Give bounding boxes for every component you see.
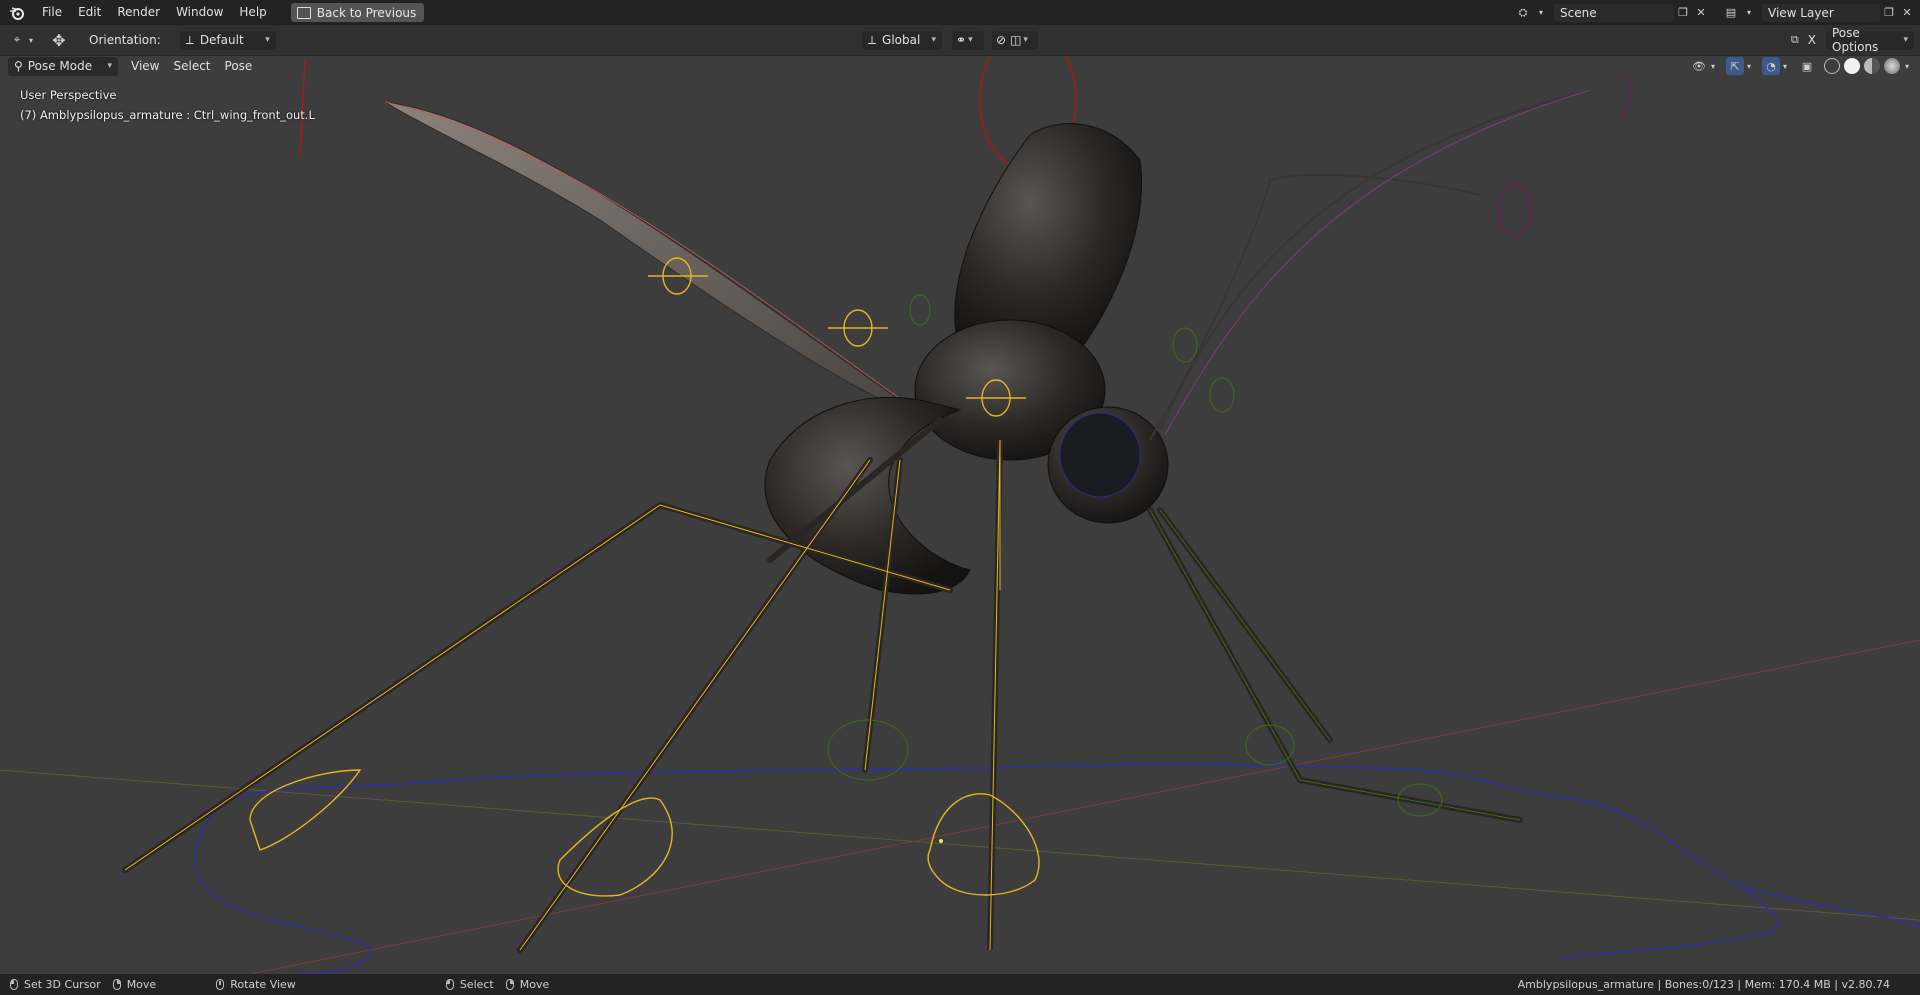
new-view-layer-icon[interactable]: ❐: [1880, 4, 1898, 22]
transform-orientation-dropdown[interactable]: ⟂ Global ▾: [862, 30, 942, 50]
viewport-active-info: (7) Amblypsilopus_armature : Ctrl_wing_f…: [20, 108, 315, 122]
close-icon[interactable]: ✕: [1692, 4, 1710, 22]
top-bar: File Edit Render Window Help Back to Pre…: [0, 0, 1920, 25]
toggle-sidebar-icon[interactable]: ⧉: [1786, 31, 1804, 49]
chevron-down-icon: ▾: [931, 35, 936, 45]
back-to-previous-label: Back to Previous: [316, 5, 417, 20]
mouse-middle-icon: [216, 979, 225, 990]
transform-icon: ⟂: [868, 32, 877, 47]
editor-type-icon[interactable]: ⌖: [8, 31, 26, 49]
mode-value: Pose Mode: [27, 59, 93, 73]
chevron-down-icon: ▾: [1782, 61, 1787, 71]
menu-file[interactable]: File: [34, 0, 70, 25]
chevron-down-icon: ▾: [1746, 61, 1751, 71]
view-layer-field[interactable]: View Layer: [1762, 3, 1880, 22]
snap-icon: ⊘: [996, 33, 1007, 47]
viewport-header: ⚲ Pose Mode ▾ View Select Pose: [8, 55, 259, 77]
status-bar: Set 3D Cursor Move Rotate View Select Mo…: [0, 974, 1920, 995]
viewport-canvas[interactable]: [0, 56, 1920, 974]
close-icon[interactable]: ✕: [1898, 4, 1916, 22]
floor-control-curve: [219, 763, 1920, 926]
back-to-previous-button[interactable]: Back to Previous: [290, 3, 425, 22]
pose-mode-icon: ⚲: [14, 59, 23, 73]
overlay-icon[interactable]: ◔: [1762, 57, 1780, 75]
viewport-perspective-label: User Perspective: [20, 88, 117, 102]
status-move: Move: [126, 978, 157, 991]
mouse-left-icon: [10, 979, 18, 990]
chevron-down-icon: ▾: [1904, 61, 1909, 71]
mouse-right-icon: [505, 979, 514, 990]
shading-render-icon[interactable]: [1884, 58, 1900, 74]
transform-value: Global: [882, 33, 921, 47]
x-mirror-label[interactable]: X: [1804, 33, 1820, 47]
menu-select[interactable]: Select: [166, 59, 217, 73]
menu-view[interactable]: View: [124, 59, 166, 73]
pivot-dropdown[interactable]: ⚭ ▾: [952, 30, 984, 50]
chevron-down-icon: ▾: [1746, 8, 1751, 17]
menu-help[interactable]: Help: [231, 0, 274, 25]
status-info: Amblypsilopus_armature | Bones:0/123 | M…: [1517, 978, 1890, 991]
shading-material-icon[interactable]: [1864, 58, 1880, 74]
view-layer-icon[interactable]: ▤: [1722, 4, 1740, 22]
wing-left: [384, 101, 931, 421]
chevron-down-icon: ▾: [968, 35, 973, 45]
proportional-icon: ◫: [1010, 33, 1022, 47]
chevron-down-icon: ▾: [265, 35, 270, 45]
shading-solid-icon[interactable]: [1844, 58, 1860, 74]
mouse-left-icon: [445, 979, 454, 990]
chevron-down-icon: ▾: [1710, 61, 1715, 71]
status-set-cursor: Set 3D Cursor: [24, 978, 101, 991]
menu-render[interactable]: Render: [109, 0, 168, 25]
scene-icon[interactable]: ⛭: [1514, 4, 1532, 22]
back-icon: [296, 6, 311, 19]
chevron-down-icon: ▾: [28, 35, 33, 45]
tool-header: ⌖ ▾ ✥ Orientation: ⟂ Default ▾ ⟂ Global …: [0, 25, 1920, 56]
mode-dropdown[interactable]: ⚲ Pose Mode ▾: [8, 56, 118, 76]
orientation-value: Default: [199, 33, 244, 47]
mouse-right-icon: [112, 979, 121, 990]
top-right-controls: ⛭ ▾ Scene ❐ ✕ ▤ ▾ View Layer ❐ ✕: [1514, 0, 1920, 25]
menu-window[interactable]: Window: [168, 0, 231, 25]
blender-logo-icon[interactable]: [0, 0, 34, 25]
pose-options-label: Pose Options: [1832, 26, 1879, 54]
chevron-down-icon: ▾: [1023, 35, 1028, 45]
viewport-shading-controls: 👁 ▾ ⇱ ▾ ◔ ▾ ▣ ▾: [1690, 55, 1912, 77]
status-select: Select: [459, 978, 494, 991]
view-layer-value: View Layer: [1768, 5, 1834, 20]
status-rotate-view: Rotate View: [230, 978, 296, 991]
snap-dropdown[interactable]: ⊘ ◫ ▾: [992, 30, 1038, 50]
gizmo-icon[interactable]: ⇱: [1726, 57, 1744, 75]
menu-edit[interactable]: Edit: [70, 0, 109, 25]
chevron-down-icon: ▾: [1538, 8, 1543, 17]
chevron-down-icon: ▾: [1903, 35, 1908, 45]
status-move-2: Move: [519, 978, 550, 991]
pivot-icon: ⚭: [956, 33, 967, 47]
scene-field[interactable]: Scene: [1554, 3, 1674, 22]
scene-value: Scene: [1560, 5, 1597, 20]
xray-icon[interactable]: ▣: [1798, 57, 1816, 75]
orientation-label: Orientation:: [89, 33, 161, 47]
pose-options-dropdown[interactable]: Pose Options ▾: [1826, 26, 1914, 54]
menu-pose[interactable]: Pose: [218, 59, 260, 73]
visibility-icon[interactable]: 👁: [1690, 57, 1708, 75]
orientation-icon: ⟂: [185, 32, 194, 47]
new-scene-icon[interactable]: ❐: [1674, 4, 1692, 22]
transform-gizmo-icon[interactable]: ✥: [50, 31, 68, 50]
shading-wire-icon[interactable]: [1824, 58, 1840, 74]
chevron-down-icon: ▾: [107, 61, 112, 71]
orientation-dropdown[interactable]: ⟂ Default ▾: [179, 30, 276, 50]
3d-viewport[interactable]: User Perspective (7) Amblypsilopus_armat…: [0, 56, 1920, 974]
